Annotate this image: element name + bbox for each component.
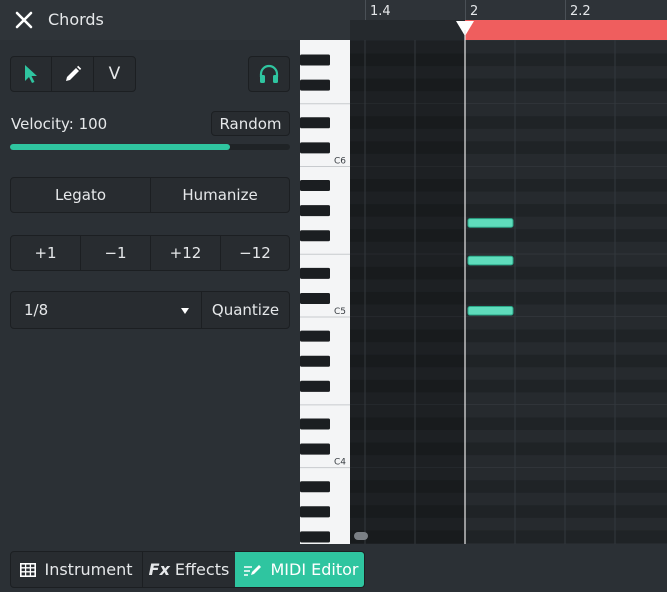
black-key[interactable] (300, 443, 330, 455)
black-key[interactable] (300, 355, 330, 367)
velocity-tool-button[interactable]: V (93, 57, 135, 91)
loop-region[interactable] (465, 20, 667, 40)
dropdown-arrow-icon (181, 308, 189, 314)
key-label: C5 (334, 307, 346, 317)
note-action-group: Legato Humanize (10, 177, 290, 213)
tool-group: V (10, 56, 136, 92)
tab-instrument[interactable]: Instrument (11, 552, 142, 587)
transpose-plus-1-button[interactable]: +1 (11, 236, 80, 270)
black-key[interactable] (300, 180, 330, 192)
preview-button[interactable] (248, 56, 290, 92)
tab-group: Instrument Fx Effects MIDI Editor (10, 551, 365, 588)
transpose-group: +1 −1 +12 −12 (10, 235, 290, 271)
ruler-label: 1.4 (370, 4, 391, 19)
quantize-group: 1/8 Quantize (10, 291, 290, 329)
bottom-tab-bar: Instrument Fx Effects MIDI Editor (0, 544, 667, 592)
legato-button[interactable]: Legato (11, 178, 150, 212)
quantize-button[interactable]: Quantize (201, 292, 289, 328)
quantize-grid-select[interactable]: 1/8 (11, 292, 201, 328)
random-velocity-button[interactable]: Random (211, 111, 290, 136)
black-key[interactable] (300, 117, 330, 129)
black-key[interactable] (300, 380, 330, 392)
transpose-plus-12-button[interactable]: +12 (150, 236, 220, 270)
black-key[interactable] (300, 267, 330, 279)
pencil-icon (65, 65, 81, 81)
tab-effects[interactable]: Fx Effects (142, 552, 235, 587)
ruler-tick (565, 0, 566, 20)
ruler-tick (365, 0, 366, 20)
key-label: C6 (334, 156, 346, 166)
scroll-handle[interactable] (354, 532, 368, 540)
midi-pen-icon (243, 564, 261, 576)
pencil-tool-button[interactable] (51, 57, 93, 91)
grid-icon (20, 562, 37, 577)
piano-roll-grid-graphic (350, 40, 667, 544)
headphones-icon (259, 64, 279, 83)
velocity-slider-fill (10, 144, 230, 150)
tab-midi-editor[interactable]: MIDI Editor (235, 552, 364, 587)
panel-title: Chords (48, 10, 104, 29)
ruler-label: 2.2 (570, 4, 591, 19)
black-key[interactable] (300, 79, 330, 91)
out-of-loop-shade (350, 40, 465, 544)
transpose-minus-1-button[interactable]: −1 (80, 236, 150, 270)
key-label: C4 (334, 458, 346, 468)
velocity-slider[interactable] (10, 144, 290, 150)
black-key[interactable] (300, 418, 330, 430)
cursor-arrow-icon (25, 65, 37, 83)
velocity-label: Velocity: 100 (11, 115, 108, 133)
black-key[interactable] (300, 142, 330, 154)
black-key[interactable] (300, 292, 330, 304)
tab-midi-editor-label: MIDI Editor (270, 560, 359, 579)
humanize-button[interactable]: Humanize (150, 178, 289, 212)
panel-header: Chords (0, 0, 350, 40)
piano-keyboard-graphic: C6 C5 C4 (300, 54, 350, 543)
black-key[interactable] (300, 54, 330, 66)
fx-icon: Fx (148, 560, 170, 579)
controls-panel: V Velocity: 100 Random Legato Humanize +… (0, 40, 300, 544)
black-key[interactable] (300, 230, 330, 242)
black-key[interactable] (300, 330, 330, 342)
close-icon[interactable] (14, 10, 34, 30)
quantize-grid-value: 1/8 (24, 301, 49, 319)
piano-keyboard[interactable]: C6 C5 C4 (300, 40, 350, 544)
tab-instrument-label: Instrument (44, 560, 133, 579)
select-tool-button[interactable] (11, 57, 51, 91)
black-key[interactable] (300, 481, 330, 493)
black-key[interactable] (300, 531, 330, 543)
tab-effects-label: Effects (174, 560, 230, 579)
transpose-minus-12-button[interactable]: −12 (220, 236, 289, 270)
black-key[interactable] (300, 205, 330, 217)
black-key[interactable] (300, 506, 330, 518)
playhead[interactable] (453, 0, 477, 544)
piano-roll-grid[interactable] (350, 40, 667, 544)
